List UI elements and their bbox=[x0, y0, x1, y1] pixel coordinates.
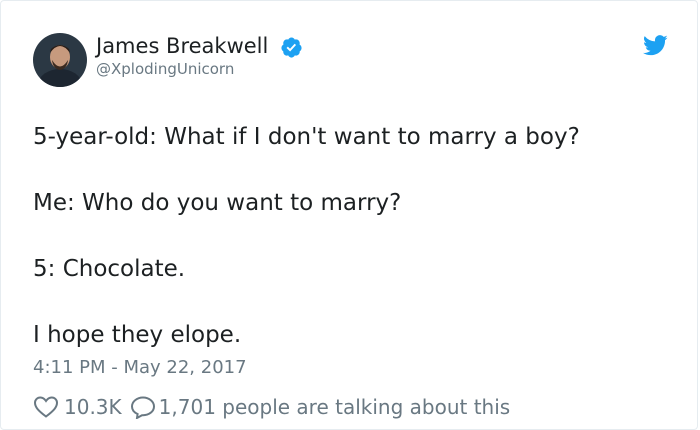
tweet-text-line: Me: Who do you want to marry? bbox=[33, 190, 402, 216]
tweet-actions: 10.3K 1,701 people are talking about thi… bbox=[33, 393, 510, 421]
tweet-text-line: 5-year-old: What if I don't want to marr… bbox=[33, 124, 580, 150]
avatar-photo bbox=[33, 33, 87, 87]
like-count[interactable]: 10.3K bbox=[64, 395, 122, 419]
verified-badge-icon bbox=[281, 37, 302, 58]
tweet-timestamp[interactable]: 4:11 PM - May 22, 2017 bbox=[33, 356, 247, 380]
twitter-bird-icon[interactable] bbox=[643, 35, 668, 56]
author-name[interactable]: James Breakwell bbox=[96, 33, 268, 59]
heart-icon[interactable] bbox=[33, 395, 59, 419]
tweet-text-line: I hope they elope. bbox=[33, 322, 242, 348]
tweet-text-line: 5: Chocolate. bbox=[33, 256, 186, 282]
reply-bubble-icon[interactable] bbox=[130, 395, 156, 419]
talking-count[interactable]: 1,701 people are talking about this bbox=[159, 395, 511, 419]
tweet-card: James Breakwell @XplodingUnicorn 5-year-… bbox=[0, 0, 698, 430]
author-handle[interactable]: @XplodingUnicorn bbox=[96, 60, 234, 78]
author-avatar[interactable] bbox=[33, 33, 87, 87]
